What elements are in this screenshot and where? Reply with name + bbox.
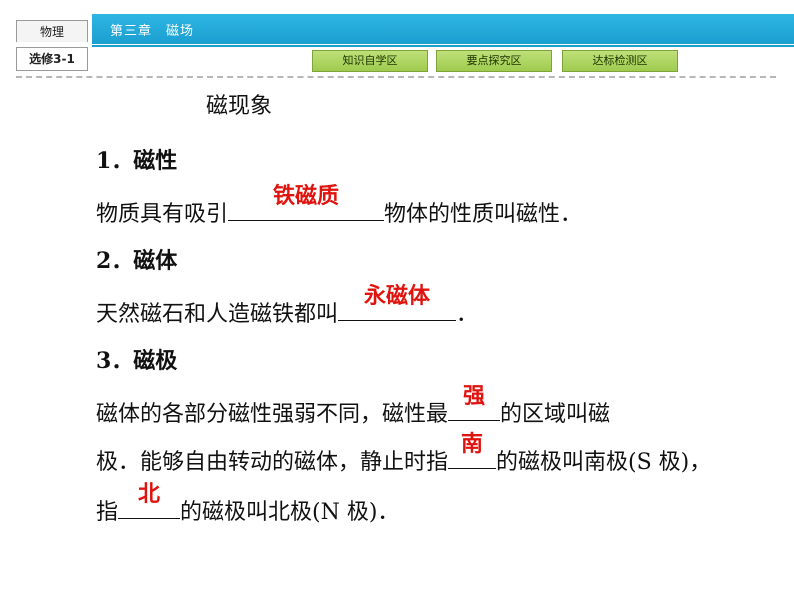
edition-tab[interactable]: 选修3-1 — [16, 47, 88, 71]
text-segment: 磁体的各部分磁性强弱不同，磁性最 — [96, 402, 449, 427]
nav-button-self-study[interactable]: 知识自学区 — [312, 50, 428, 72]
heading-magnetism: 1．磁性 — [96, 148, 178, 174]
answer-text: 铁磁质 — [273, 184, 340, 209]
chapter-title: 第三章 磁场 — [110, 24, 195, 39]
text-segment: 物体的性质叫磁性． — [384, 202, 583, 227]
paragraph-pole-3: 指北的磁极叫北极(N 极)． — [96, 482, 400, 528]
heading-pole: 3．磁极 — [96, 348, 178, 374]
subject-tab[interactable]: 物理 — [16, 20, 88, 42]
answer-blank: 永磁体 — [338, 284, 457, 321]
text-segment: 极．能够自由转动的磁体，静止时指 — [96, 450, 449, 475]
answer-blank: 北 — [118, 482, 181, 519]
answer-blank: 南 — [448, 432, 497, 469]
heading-magnet: 2．磁体 — [96, 248, 178, 274]
text-segment: ． — [456, 302, 479, 327]
answer-text: 永磁体 — [364, 284, 431, 309]
paragraph-pole-2: 极．能够自由转动的磁体，静止时指南的磁极叫南极(S 极)， — [96, 432, 712, 478]
paragraph-magnet: 天然磁石和人造磁铁都叫 永磁体 ． — [96, 284, 479, 330]
text-segment: 的磁极叫南极(S 极)， — [496, 450, 712, 475]
divider — [16, 76, 776, 78]
answer-blank: 强 — [448, 384, 501, 421]
paragraph-magnetism: 物质具有吸引 铁磁质物体的性质叫磁性． — [96, 184, 583, 230]
answer-text: 南 — [461, 432, 484, 457]
nav-button-key-points[interactable]: 要点探究区 — [436, 50, 552, 72]
text-segment: 物质具有吸引 — [96, 202, 229, 227]
text-segment: 的区域叫磁 — [500, 402, 611, 427]
text-segment: 天然磁石和人造磁铁都叫 — [96, 302, 339, 327]
header-bar: 第三章 磁场 — [0, 0, 794, 47]
text-segment: 的磁极叫北极(N 极)． — [180, 500, 400, 525]
answer-text: 强 — [463, 384, 486, 409]
section-title: 磁现象 — [206, 94, 273, 119]
answer-text: 北 — [138, 482, 161, 507]
nav-button-assessment[interactable]: 达标检测区 — [562, 50, 678, 72]
chapter-band: 第三章 磁场 — [92, 14, 794, 47]
text-segment: 指 — [96, 500, 119, 525]
paragraph-pole-1: 磁体的各部分磁性强弱不同，磁性最强的区域叫磁 — [96, 384, 611, 430]
answer-blank: 铁磁质 — [228, 184, 385, 221]
